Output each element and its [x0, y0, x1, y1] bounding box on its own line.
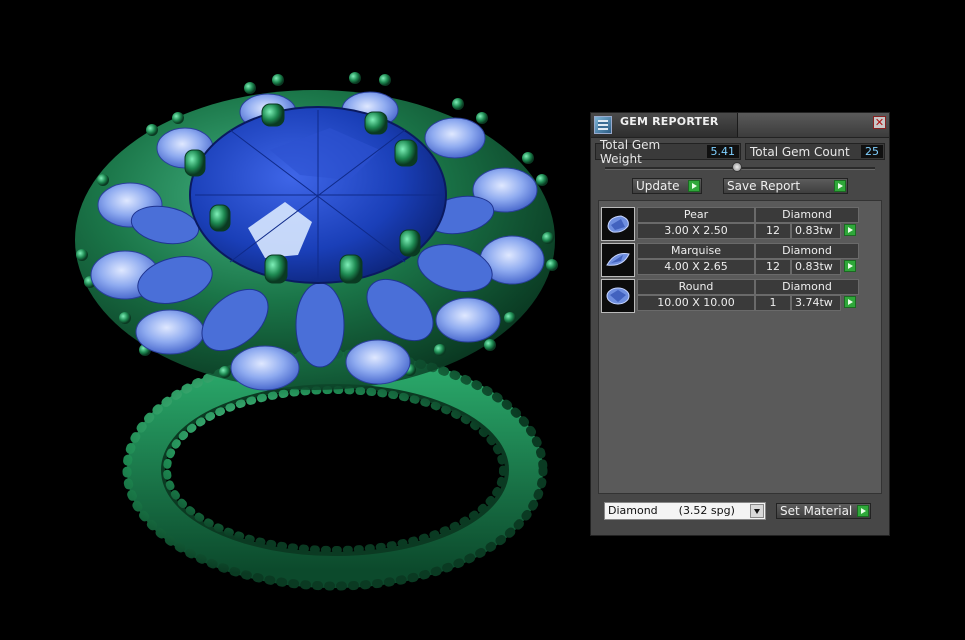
gem-count: 12: [755, 259, 791, 275]
save-report-button[interactable]: Save Report: [723, 178, 848, 194]
gem-row-play-button[interactable]: [841, 259, 859, 275]
play-arrow-icon: [857, 505, 869, 517]
gem-reporter-app-icon: [594, 116, 612, 134]
set-material-button-label: Set Material: [780, 504, 853, 518]
gem-row-play-button[interactable]: [841, 295, 859, 311]
center-round-stone: [189, 106, 447, 284]
gem-reporter-panel: GEM REPORTER ✕ Total Gem Weight 5.41 Tot…: [590, 112, 890, 536]
play-arrow-icon: [844, 260, 856, 272]
gem-size: 3.00 X 2.50: [637, 223, 755, 239]
panel-title: GEM REPORTER: [620, 115, 719, 128]
slider-knob[interactable]: [732, 162, 742, 172]
gem-row-pear[interactable]: Pear Diamond 3.00 X 2.50 12 0.83tw: [601, 207, 859, 241]
material-select[interactable]: Diamond (3.52 spg): [604, 502, 766, 520]
gem-material: Diamond: [755, 207, 859, 223]
gem-weight: 3.74tw: [791, 295, 841, 311]
title-tab: GEM REPORTER: [591, 113, 738, 137]
chevron-down-icon[interactable]: [750, 504, 764, 518]
gem-size: 10.00 X 10.00: [637, 295, 755, 311]
gem-row-play-button[interactable]: [841, 223, 859, 239]
play-arrow-icon: [844, 296, 856, 308]
marquise-gem-icon: [601, 243, 635, 277]
play-arrow-icon: [688, 180, 700, 192]
gem-weight: 0.83tw: [791, 259, 841, 275]
round-gem-icon: [601, 279, 635, 313]
panel-titlebar[interactable]: GEM REPORTER ✕: [591, 113, 889, 138]
play-arrow-icon: [844, 224, 856, 236]
total-gem-weight-label: Total Gem Weight: [600, 137, 661, 166]
gem-count: 12: [755, 223, 791, 239]
gem-weight: 0.83tw: [791, 223, 841, 239]
total-gem-weight: Total Gem Weight 5.41: [595, 138, 741, 166]
pear-gem-icon: [601, 207, 635, 241]
gem-size: 4.00 X 2.65: [637, 259, 755, 275]
gem-shape: Marquise: [637, 243, 755, 259]
gem-material: Diamond: [755, 243, 859, 259]
total-gem-count: Total Gem Count 25: [745, 143, 885, 160]
gem-shape: Pear: [637, 207, 755, 223]
set-material-button[interactable]: Set Material: [776, 503, 871, 519]
gem-row-round[interactable]: Round Diamond 10.00 X 10.00 1 3.74tw: [601, 279, 859, 313]
total-gem-count-label: Total Gem Count: [750, 144, 850, 159]
gem-row-marquise[interactable]: Marquise Diamond 4.00 X 2.65 12 0.83tw: [601, 243, 859, 277]
close-icon[interactable]: ✕: [873, 116, 886, 129]
update-button-label: Update: [636, 179, 680, 193]
material-select-value: Diamond (3.52 spg): [608, 504, 735, 517]
gem-list[interactable]: Pear Diamond 3.00 X 2.50 12 0.83tw Marqu…: [598, 200, 882, 494]
total-gem-weight-value: 5.41: [706, 145, 739, 158]
total-gem-count-value: 25: [861, 145, 883, 158]
save-report-button-label: Save Report: [727, 179, 801, 193]
update-button[interactable]: Update: [632, 178, 702, 194]
gem-material: Diamond: [755, 279, 859, 295]
gem-count: 1: [755, 295, 791, 311]
gem-shape: Round: [637, 279, 755, 295]
play-arrow-icon: [834, 180, 846, 192]
